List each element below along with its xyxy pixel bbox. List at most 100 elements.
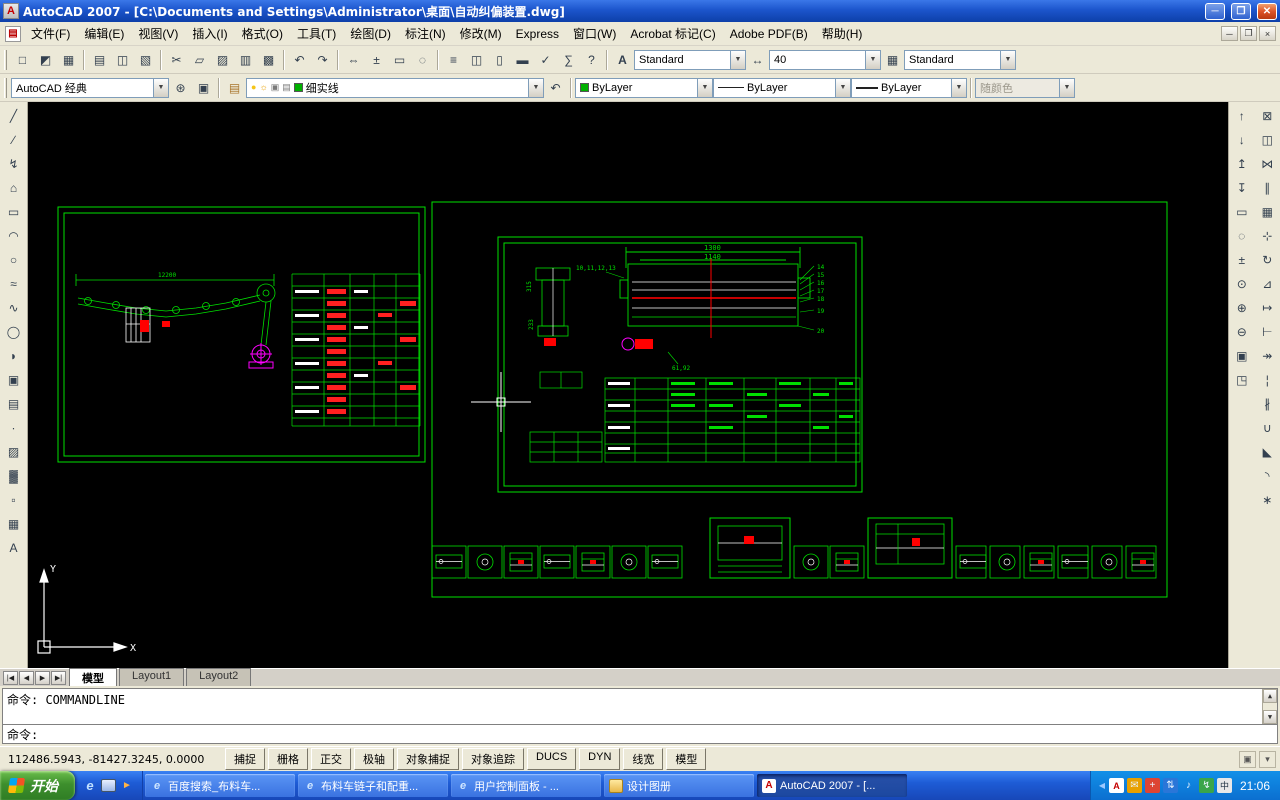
- zoom-center-button[interactable]: ⊙: [1230, 272, 1254, 296]
- cut-button[interactable]: ✂: [165, 48, 188, 71]
- menu-item[interactable]: 标注(N): [398, 21, 453, 46]
- workspace-combo[interactable]: AutoCAD 经典 ▼: [11, 77, 169, 98]
- shield-tray-icon[interactable]: +: [1144, 778, 1160, 793]
- match-properties-button[interactable]: ▥: [234, 48, 257, 71]
- line-button[interactable]: ╱: [2, 104, 26, 128]
- menu-item[interactable]: 窗口(W): [566, 21, 623, 46]
- dropdown-arrow-icon[interactable]: ▼: [528, 78, 543, 97]
- workspace-settings-button[interactable]: ⊛: [169, 76, 192, 99]
- fillet-button[interactable]: ◝: [1255, 464, 1279, 488]
- erase-button[interactable]: ⊠: [1255, 104, 1279, 128]
- acad-tray-icon[interactable]: A: [1108, 778, 1124, 793]
- join-button[interactable]: ∪: [1255, 416, 1279, 440]
- taskbar-task[interactable]: e 用户控制面板 - ...: [451, 774, 601, 797]
- start-button[interactable]: 开始: [0, 771, 75, 800]
- status-toggle[interactable]: 捕捉: [225, 748, 265, 770]
- minimize-button[interactable]: ─: [1205, 2, 1225, 20]
- menu-item[interactable]: 绘图(D): [343, 21, 398, 46]
- bring-above-button[interactable]: ↥: [1230, 152, 1254, 176]
- zoom-in-button[interactable]: ⊕: [1230, 296, 1254, 320]
- zoom-extents-button[interactable]: ◳: [1230, 368, 1254, 392]
- my-workspace-button[interactable]: ▣: [192, 76, 215, 99]
- toolbar-grip[interactable]: [4, 49, 7, 70]
- taskbar-task[interactable]: e 布料车链子和配重...: [298, 774, 448, 797]
- spline-button[interactable]: ∿: [2, 296, 26, 320]
- publish-button[interactable]: ▧: [134, 48, 157, 71]
- tab-模型[interactable]: 模型: [69, 667, 117, 688]
- copy-object-button[interactable]: ◫: [1255, 128, 1279, 152]
- polyline-button[interactable]: ↯: [2, 152, 26, 176]
- layer-on-icon[interactable]: ●: [251, 83, 256, 92]
- tool-palettes-button[interactable]: ▯: [488, 48, 511, 71]
- status-toggle[interactable]: 对象捕捉: [397, 748, 459, 770]
- toolbar-grip[interactable]: [4, 77, 7, 98]
- mdi-close-button[interactable]: ×: [1259, 26, 1276, 41]
- status-toggle[interactable]: 正交: [311, 748, 351, 770]
- prev-tab-button[interactable]: ◀: [19, 670, 34, 685]
- zoom-window2-button[interactable]: ▭: [1230, 200, 1254, 224]
- layer-lock-icon[interactable]: ▣: [271, 83, 280, 92]
- tray-clock[interactable]: 21:06: [1240, 779, 1270, 793]
- status-toggle[interactable]: 极轴: [354, 748, 394, 770]
- tab-Layout1[interactable]: Layout1: [119, 667, 185, 688]
- rectangle-button[interactable]: ▭: [2, 200, 26, 224]
- paste-button[interactable]: ▨: [211, 48, 234, 71]
- zoom-dynamic-button[interactable]: ◌: [1230, 224, 1254, 248]
- send-to-back-button[interactable]: ↓: [1230, 128, 1254, 152]
- toolbar-lock-icon[interactable]: ▣: [1239, 750, 1256, 768]
- status-toggle[interactable]: 对象追踪: [462, 748, 524, 770]
- dim-style-button[interactable]: ↔: [746, 48, 769, 71]
- ime-tray-icon[interactable]: 中: [1216, 778, 1232, 793]
- point-button[interactable]: ∙: [2, 416, 26, 440]
- insert-block-button[interactable]: ▣: [2, 368, 26, 392]
- gradient-button[interactable]: ▓: [2, 464, 26, 488]
- redo-button[interactable]: ↷: [311, 48, 334, 71]
- menu-item[interactable]: 插入(I): [185, 21, 234, 46]
- status-toggle[interactable]: DUCS: [527, 748, 577, 770]
- multiline-text-button[interactable]: A: [2, 536, 26, 560]
- mdi-restore-button[interactable]: ❐: [1240, 26, 1257, 41]
- extend-button[interactable]: ↠: [1255, 344, 1279, 368]
- layer-combo[interactable]: ● ☼ ▣ ▤ 细实线 ▼: [246, 77, 544, 98]
- dropdown-arrow-icon[interactable]: ▼: [951, 78, 966, 97]
- taskbar-task[interactable]: e 百度搜索_布料车...: [145, 774, 295, 797]
- revision-cloud-button[interactable]: ≈: [2, 272, 26, 296]
- designcenter-button[interactable]: ◫: [465, 48, 488, 71]
- zoom-window-button[interactable]: ▭: [388, 48, 411, 71]
- ellipse-arc-button[interactable]: ◗: [2, 344, 26, 368]
- send-under-button[interactable]: ↧: [1230, 176, 1254, 200]
- circle-button[interactable]: ○: [2, 248, 26, 272]
- layer-previous-button[interactable]: ↶: [544, 76, 567, 99]
- dropdown-arrow-icon[interactable]: ▼: [865, 50, 880, 69]
- taskbar-task[interactable]: 设计图册: [604, 774, 754, 797]
- table-button[interactable]: ▦: [2, 512, 26, 536]
- dropdown-arrow-icon[interactable]: ▼: [835, 78, 850, 97]
- mdi-minimize-button[interactable]: ─: [1221, 26, 1238, 41]
- bring-to-front-button[interactable]: ↑: [1230, 104, 1254, 128]
- stretch-button[interactable]: ↦: [1255, 296, 1279, 320]
- ie-quicklaunch-button[interactable]: e: [81, 777, 99, 795]
- ellipse-button[interactable]: ◯: [2, 320, 26, 344]
- undo-button[interactable]: ↶: [288, 48, 311, 71]
- dropdown-arrow-icon[interactable]: ▼: [730, 50, 745, 69]
- scale-button[interactable]: ⊿: [1255, 272, 1279, 296]
- command-scrollbar[interactable]: ▲ ▼: [1262, 689, 1277, 724]
- color-combo[interactable]: ByLayer ▼: [575, 77, 713, 98]
- layer-properties-button[interactable]: ▤: [223, 76, 246, 99]
- quickcalc-button[interactable]: ∑: [557, 48, 580, 71]
- menu-item[interactable]: 文件(F): [24, 21, 77, 46]
- first-tab-button[interactable]: |◀: [3, 670, 18, 685]
- linetype-combo[interactable]: ByLayer ▼: [713, 77, 851, 98]
- desktop-quicklaunch-button[interactable]: [101, 779, 116, 792]
- media-quicklaunch-button[interactable]: ►: [118, 777, 136, 795]
- menu-item[interactable]: Express: [509, 23, 566, 45]
- zoom-previous-button[interactable]: ◌: [411, 48, 434, 71]
- table-style-combo[interactable]: Standard ▼: [904, 49, 1016, 70]
- status-menu-arrow-icon[interactable]: ▾: [1259, 750, 1276, 768]
- break-at-point-button[interactable]: ¦: [1255, 368, 1279, 392]
- drawing-canvas[interactable]: 12200 1300 1140 14 15 16 17 18 19 20 10,…: [28, 102, 1228, 668]
- arc-button[interactable]: ◠: [2, 224, 26, 248]
- menu-item[interactable]: Acrobat 标记(C): [623, 21, 722, 46]
- zoom-realtime-button[interactable]: ±: [365, 48, 388, 71]
- next-tab-button[interactable]: ▶: [35, 670, 50, 685]
